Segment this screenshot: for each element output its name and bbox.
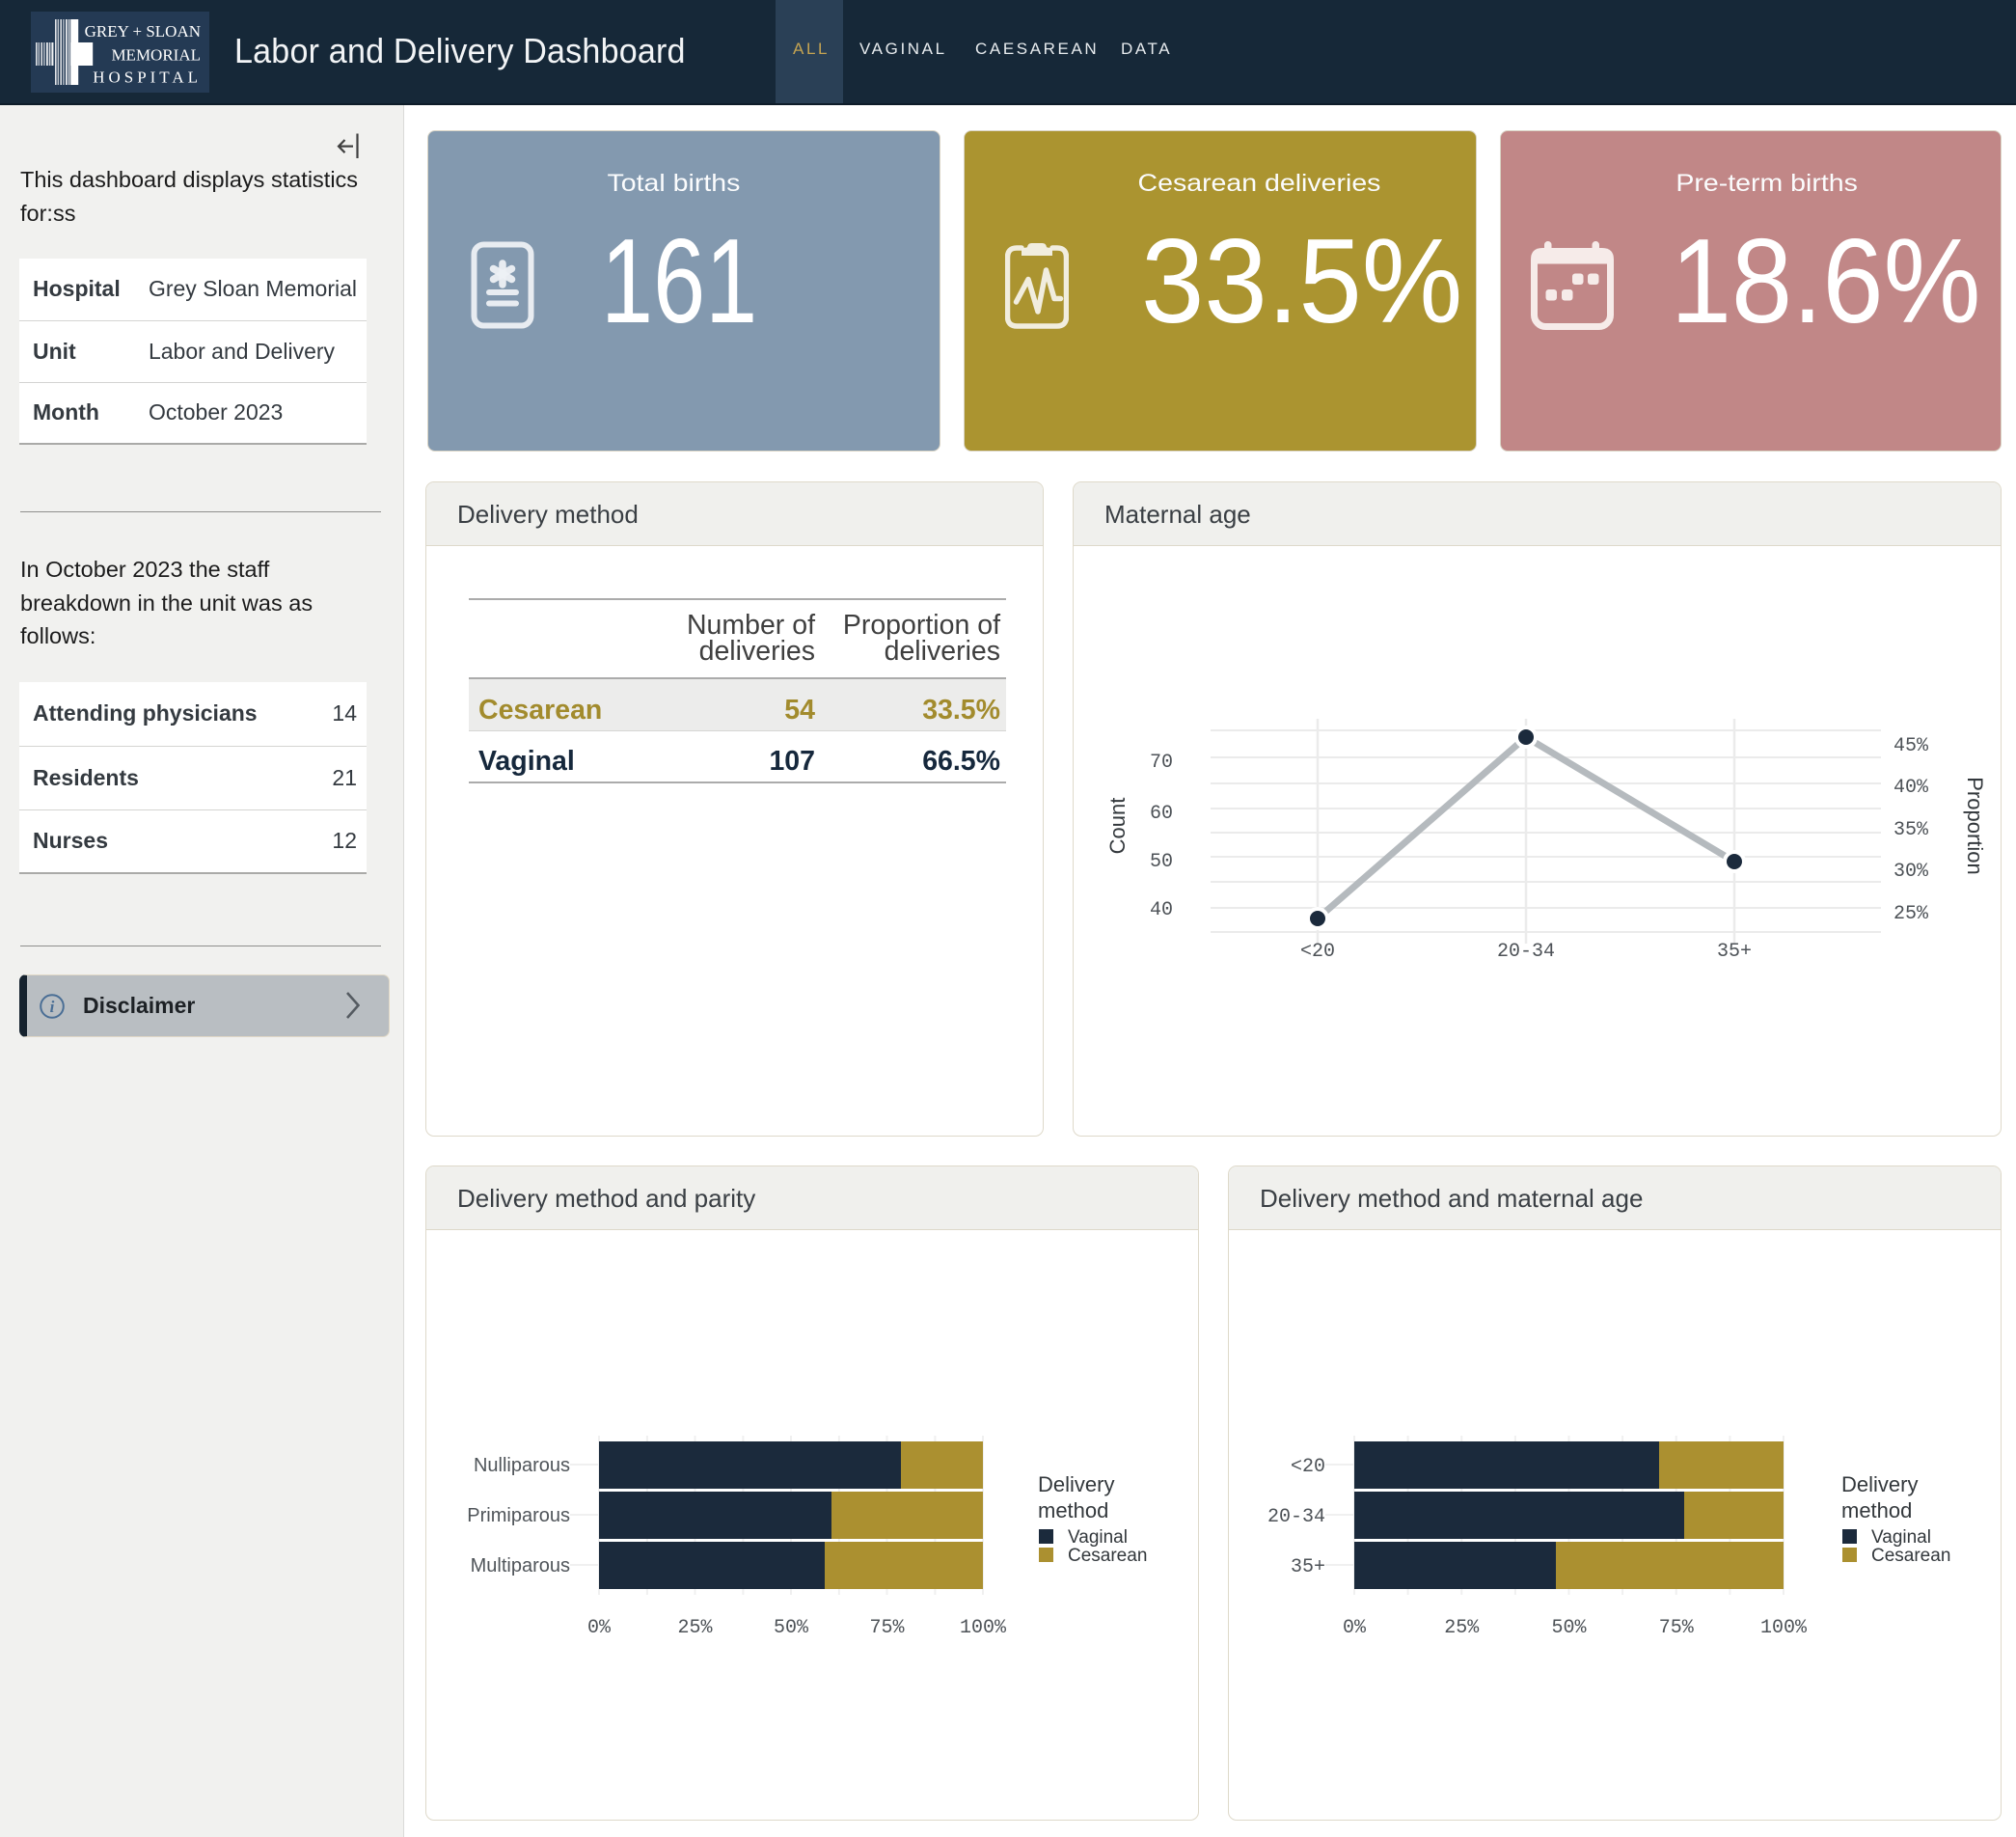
svg-text:20-34: 20-34 (1497, 941, 1555, 963)
svg-text:50%: 50% (1551, 1617, 1587, 1639)
svg-text:50%: 50% (774, 1617, 809, 1639)
svg-text:Cesarean: Cesarean (1871, 1546, 1950, 1566)
svg-text:35+: 35+ (1291, 1556, 1325, 1578)
svg-text:GREY + SLOAN: GREY + SLOAN (85, 22, 201, 41)
svg-text:Multiparous: Multiparous (471, 1555, 570, 1577)
svg-text:<20: <20 (1300, 941, 1335, 963)
svg-text:Nulliparous: Nulliparous (474, 1455, 570, 1476)
svg-text:Primiparous: Primiparous (467, 1505, 570, 1526)
svg-text:35+: 35+ (1717, 941, 1752, 963)
svg-text:0%: 0% (1343, 1617, 1367, 1639)
svg-text:Vaginal: Vaginal (1871, 1527, 1931, 1548)
svg-text:30%: 30% (1893, 861, 1929, 883)
svg-text:25%: 25% (677, 1617, 713, 1639)
svg-text:25%: 25% (1893, 903, 1929, 925)
svg-text:Count: Count (1105, 798, 1130, 855)
svg-text:40: 40 (1150, 899, 1173, 921)
svg-text:35%: 35% (1893, 819, 1929, 841)
svg-text:HOSPITAL: HOSPITAL (93, 69, 202, 87)
svg-text:70: 70 (1150, 752, 1173, 774)
svg-text:method: method (1038, 1498, 1108, 1522)
svg-text:60: 60 (1150, 803, 1173, 825)
svg-text:45%: 45% (1893, 735, 1929, 757)
svg-text:method: method (1841, 1498, 1912, 1522)
svg-text:75%: 75% (1659, 1617, 1695, 1639)
svg-text:MEMORIAL: MEMORIAL (111, 46, 201, 65)
svg-text:50: 50 (1150, 851, 1173, 873)
svg-text:Proportion: Proportion (1963, 777, 1987, 875)
svg-text:75%: 75% (869, 1617, 905, 1639)
svg-text:20-34: 20-34 (1267, 1506, 1325, 1528)
svg-text:Delivery: Delivery (1841, 1472, 1918, 1496)
svg-text:i: i (50, 998, 55, 1016)
svg-text:25%: 25% (1444, 1617, 1480, 1639)
svg-text:Cesarean: Cesarean (1068, 1546, 1147, 1566)
svg-text:100%: 100% (960, 1617, 1007, 1639)
svg-text:40%: 40% (1893, 777, 1929, 799)
svg-text:100%: 100% (1760, 1617, 1808, 1639)
svg-text:Vaginal: Vaginal (1068, 1527, 1128, 1548)
svg-text:Delivery: Delivery (1038, 1472, 1114, 1496)
svg-text:<20: <20 (1291, 1456, 1325, 1478)
svg-text:0%: 0% (587, 1617, 612, 1639)
